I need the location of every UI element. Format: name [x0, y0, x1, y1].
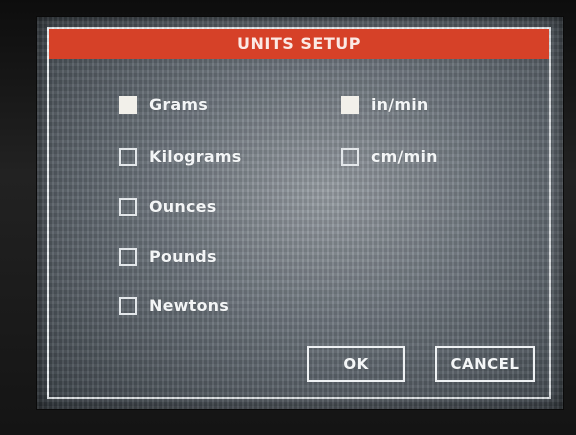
kilograms-checkbox[interactable]	[119, 147, 137, 166]
option-pounds[interactable]: Pounds	[119, 247, 217, 266]
in-min-label: in/min	[371, 95, 429, 114]
pounds-checkbox[interactable]	[119, 247, 137, 266]
cm-min-checkbox[interactable]	[341, 147, 359, 166]
option-kilograms[interactable]: Kilograms	[119, 147, 242, 166]
newtons-checkbox[interactable]	[119, 296, 137, 315]
grams-label: Grams	[149, 95, 209, 114]
option-ounces[interactable]: Ounces	[119, 197, 216, 216]
ounces-checkbox[interactable]	[119, 197, 137, 216]
pounds-label: Pounds	[149, 247, 217, 266]
device-bezel: UNITS SETUP Grams Kilograms Ounces Pound…	[0, 0, 576, 435]
ok-button[interactable]: OK	[307, 346, 405, 382]
kilograms-label: Kilograms	[149, 147, 242, 166]
option-cm-min[interactable]: cm/min	[341, 147, 438, 166]
cm-min-label: cm/min	[371, 147, 438, 166]
newtons-label: Newtons	[149, 296, 229, 315]
option-grams[interactable]: Grams	[119, 95, 208, 114]
option-in-min[interactable]: in/min	[341, 95, 428, 114]
cancel-button[interactable]: CANCEL	[435, 346, 535, 382]
option-newtons[interactable]: Newtons	[119, 296, 229, 315]
in-min-checkbox[interactable]	[341, 95, 359, 114]
ounces-label: Ounces	[149, 197, 217, 216]
dialog-title: UNITS SETUP	[49, 29, 549, 59]
grams-checkbox[interactable]	[119, 95, 137, 114]
lcd-screen: UNITS SETUP Grams Kilograms Ounces Pound…	[36, 16, 564, 410]
